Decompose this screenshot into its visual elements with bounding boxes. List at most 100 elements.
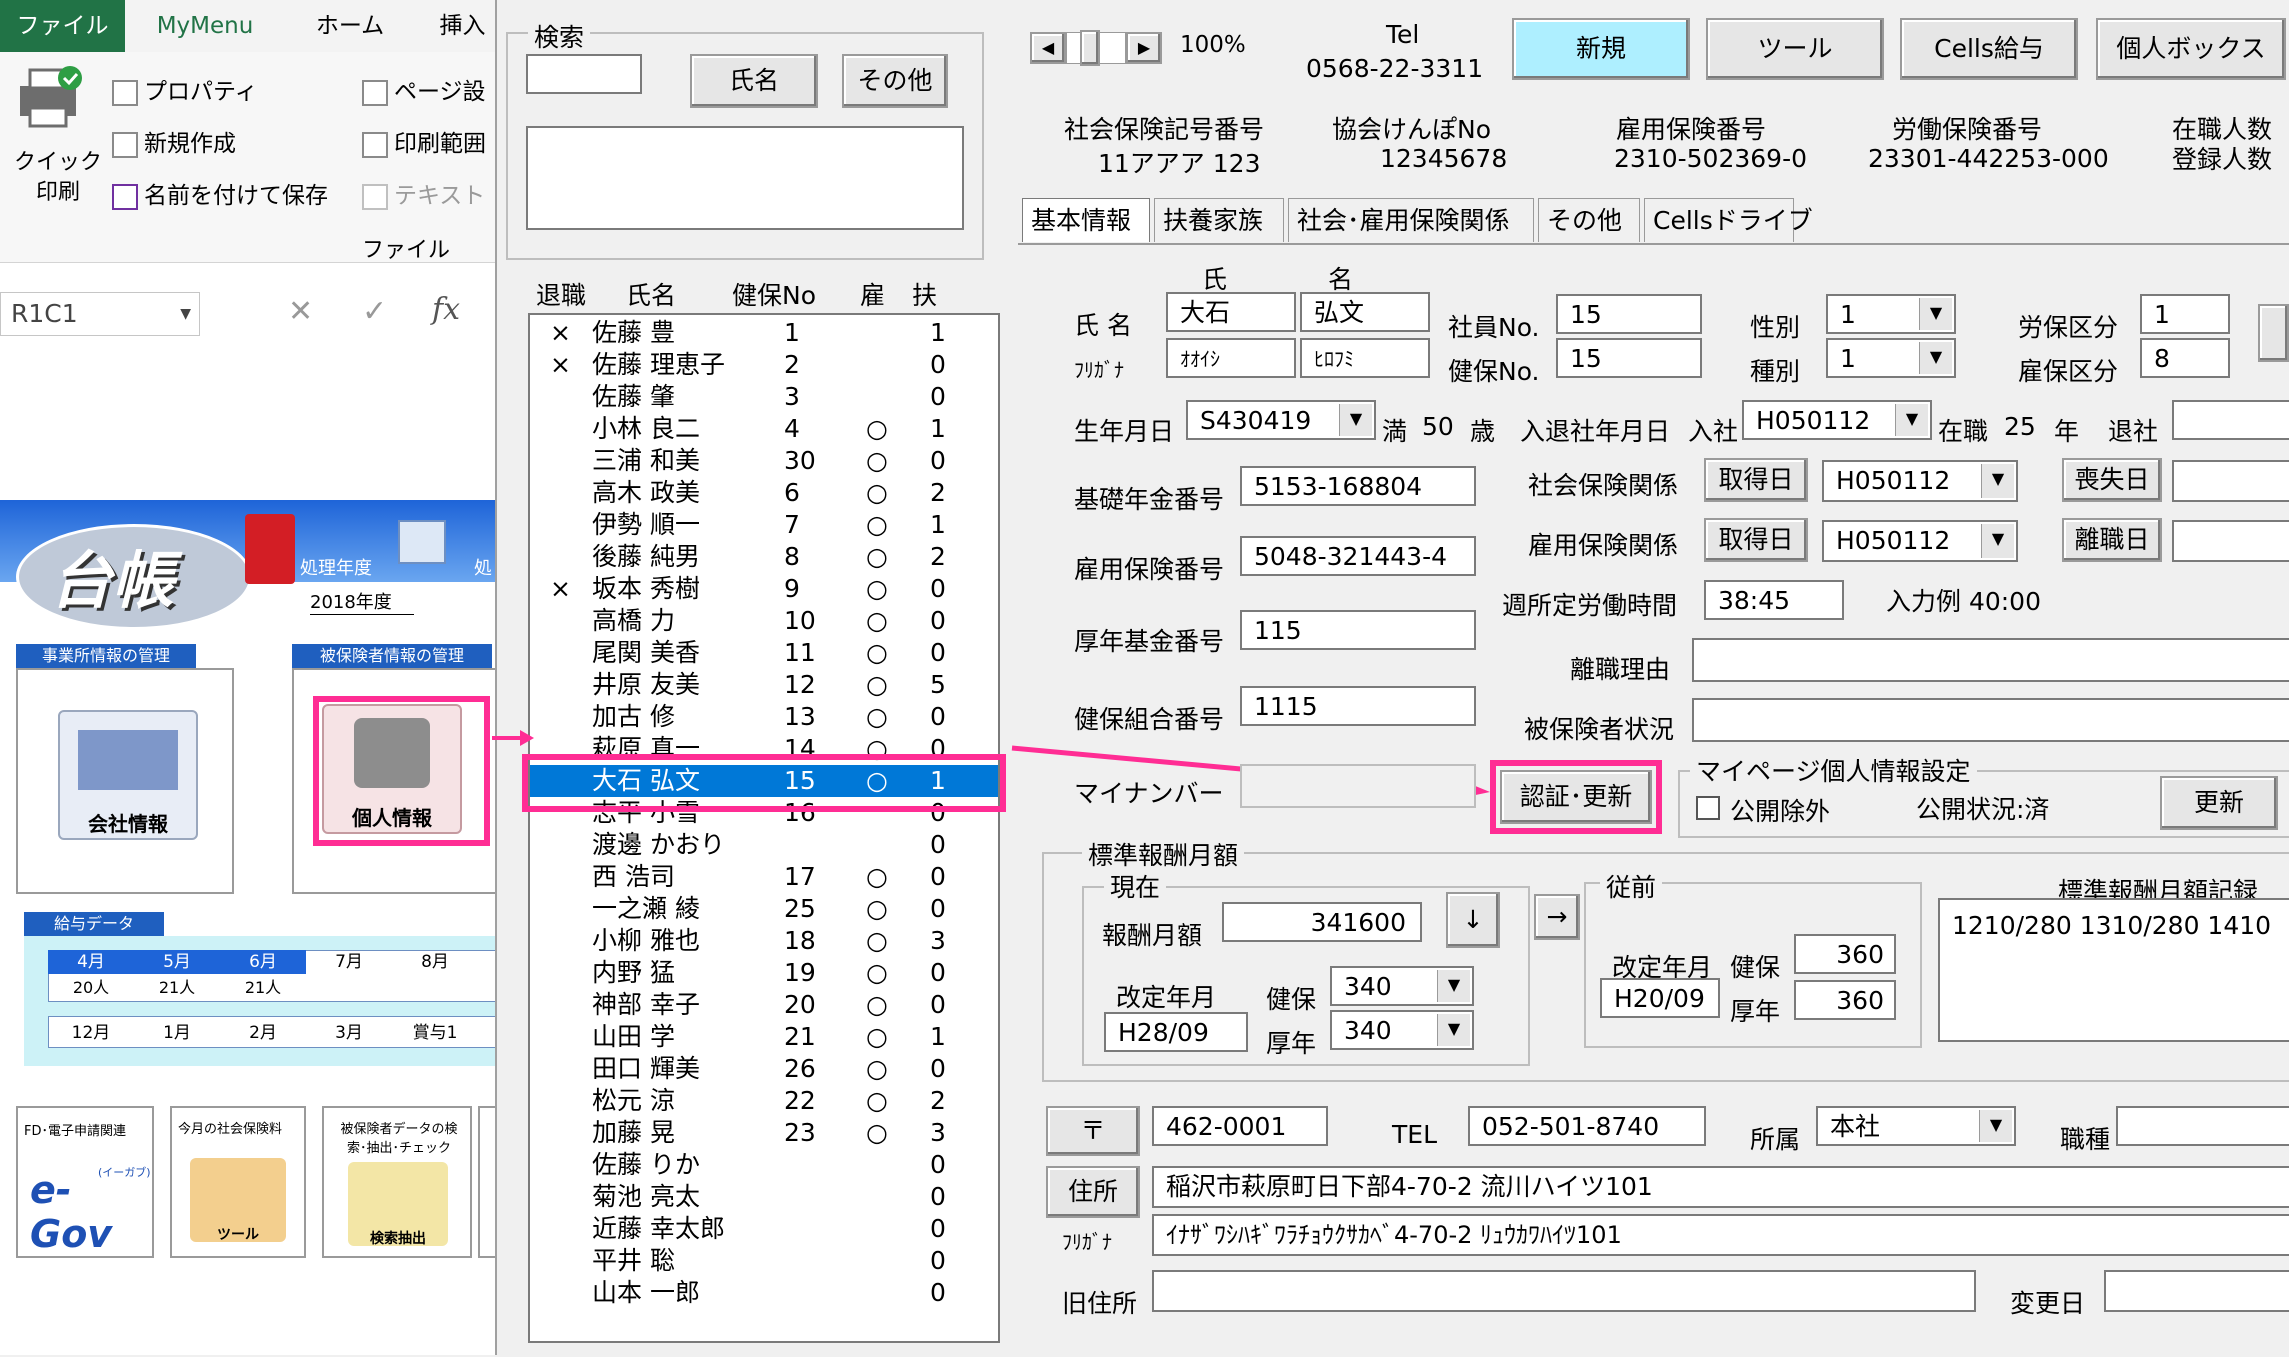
salary-record-field[interactable]: 1210/280 1310/280 1410	[1938, 898, 2289, 1042]
chevron-down-icon[interactable]: ▼	[1981, 524, 2014, 558]
copy-right-button[interactable]: →	[1534, 894, 1580, 940]
kounen-select[interactable]: 340 ▼	[1330, 1010, 1474, 1050]
scroll-left-button[interactable]: ◀	[1030, 32, 1066, 64]
tenure-suffix: 年	[2054, 417, 2080, 446]
toroku-label: 登録人数	[2172, 145, 2273, 174]
welfare-field[interactable]: 115	[1240, 610, 1476, 650]
mei-kana-field[interactable]: ﾋﾛﾌﾐ	[1300, 338, 1430, 378]
chevron-down-icon[interactable]: ▼	[1979, 1110, 2012, 1142]
rouho-field[interactable]: 1	[2140, 294, 2230, 334]
separation-date-field[interactable]	[2172, 520, 2289, 562]
addr-tel-field[interactable]: 052-501-8740	[1468, 1106, 1706, 1146]
age-value: 50	[1422, 412, 1454, 441]
koyo-number-value: 2310-502369-0	[1614, 144, 1808, 173]
mypage-update-button[interactable]: 更新	[2160, 776, 2278, 830]
emp-ins-label: 雇用保険番号	[1074, 555, 1225, 584]
empins-date-value: H050112	[1836, 526, 1951, 555]
mei-field[interactable]: 弘文	[1300, 292, 1430, 332]
public-status: 公開状況:済	[1916, 795, 2050, 824]
name-label: 氏 名	[1074, 311, 1132, 340]
leave-date-button[interactable]: 離職日	[2062, 518, 2162, 562]
tenure-prefix: 在職	[1938, 417, 1989, 446]
type-select[interactable]: 1 ▼	[1826, 338, 1956, 378]
tab-insurance[interactable]: 社会･雇用保険関係	[1288, 198, 1534, 242]
zip-button[interactable]: 〒	[1046, 1106, 1140, 1156]
emp-no-field[interactable]: 15	[1556, 294, 1702, 334]
koho-label: 雇保区分	[2018, 357, 2119, 386]
sei-kana-field[interactable]: ｵｵｲｼ	[1166, 338, 1296, 378]
revision-field[interactable]: H28/09	[1104, 1012, 1248, 1052]
work-hours-field[interactable]: 38:45	[1704, 580, 1844, 620]
lose-date-button[interactable]: 喪失日	[2062, 458, 2162, 502]
old-address-field[interactable]	[1152, 1270, 1976, 1312]
chevron-down-icon[interactable]: ▼	[1437, 1014, 1470, 1046]
tab-basic-info[interactable]: 基本情報	[1022, 198, 1150, 242]
zoom-thumb[interactable]	[1080, 30, 1100, 66]
social-acquire-button[interactable]: 取得日	[1704, 458, 1808, 502]
shaho-number-value: 11アアア 123	[1098, 149, 1261, 178]
sei-field[interactable]: 大石	[1166, 292, 1296, 332]
gender-select[interactable]: 1 ▼	[1826, 294, 1956, 334]
pension-field[interactable]: 5153-168804	[1240, 466, 1476, 506]
col-sei-label: 氏	[1202, 265, 1228, 294]
tab-dependents[interactable]: 扶養家族	[1154, 198, 1284, 242]
prev-revision-field[interactable]: H20/09	[1600, 978, 1720, 1018]
kyokai-label: 協会けんぽNo	[1332, 115, 1491, 144]
chevron-down-icon[interactable]: ▼	[1919, 342, 1952, 374]
emp-no-label: 社員No.	[1448, 313, 1540, 342]
social-date-select[interactable]: H050112 ▼	[1822, 460, 2018, 502]
tool-button[interactable]: ツール	[1706, 18, 1884, 80]
tab-cells-drive[interactable]: Cellsドライブ	[1644, 198, 1813, 242]
chevron-down-icon[interactable]: ▼	[1437, 970, 1470, 1002]
address-kana-field[interactable]: ｲﾅｻﾞﾜｼﾊｷﾞﾜﾗﾁｮｳｸｻｶﾍﾞ4-70-2 ﾘｭｳｶﾜﾊｲﾂ101	[1152, 1214, 2289, 1256]
change-date-field[interactable]	[2104, 1270, 2289, 1312]
chevron-down-icon[interactable]: ▼	[1919, 298, 1952, 330]
chevron-down-icon[interactable]: ▼	[1339, 404, 1372, 436]
new-button[interactable]: 新規	[1512, 18, 1690, 80]
prev-kounen-label: 厚年	[1730, 997, 1781, 1026]
tab-other[interactable]: その他	[1538, 198, 1640, 242]
cells-salary-button[interactable]: Cells給与	[1900, 18, 2078, 80]
prev-kenpo-field[interactable]: 360	[1794, 934, 1896, 974]
chevron-down-icon[interactable]: ▼	[1895, 404, 1928, 436]
empins-date-select[interactable]: H050112 ▼	[1822, 520, 2018, 562]
insured-status-field[interactable]	[1692, 698, 2289, 742]
dept-value: 本社	[1830, 1112, 1881, 1141]
empins-acquire-button[interactable]: 取得日	[1704, 518, 1808, 562]
union-field[interactable]: 1115	[1240, 686, 1476, 726]
dept-label: 所属	[1750, 1125, 1801, 1154]
salary-legend: 標準報酬月額	[1082, 836, 1245, 872]
emp-ins-field[interactable]: 5048-321443-4	[1240, 536, 1476, 576]
mynumber-label: マイナンバー	[1074, 779, 1224, 808]
prev-kounen-field[interactable]: 360	[1794, 980, 1896, 1020]
address-field[interactable]: 稲沢市萩原町日下部4-70-2 流川ハイツ101	[1152, 1166, 2289, 1208]
kenpo-select[interactable]: 340 ▼	[1330, 966, 1474, 1006]
job-field[interactable]	[2116, 1106, 2289, 1146]
rouho-label: 労保区分	[2018, 313, 2119, 342]
social-date-value: H050112	[1836, 466, 1951, 495]
public-exclude-checkbox[interactable]	[1696, 796, 1720, 820]
chevron-down-icon[interactable]: ▼	[1981, 464, 2014, 498]
kubun-button[interactable]	[2258, 304, 2289, 362]
social-ins-label: 社会保険関係	[1528, 471, 1679, 500]
join-leave-label: 入退社年月日	[1520, 417, 1671, 446]
leave-reason-field[interactable]	[1692, 638, 2289, 682]
scroll-right-button[interactable]: ▶	[1126, 32, 1162, 64]
zoom-level: 100%	[1180, 32, 1246, 58]
monthly-field[interactable]: 341600	[1222, 902, 1422, 942]
koho-field[interactable]: 8	[2140, 338, 2230, 378]
kenpo-no-field[interactable]: 15	[1556, 338, 1702, 378]
birth-select[interactable]: S430419 ▼	[1186, 400, 1376, 440]
dept-select[interactable]: 本社 ▼	[1816, 1106, 2016, 1146]
lose-date-field[interactable]	[2172, 460, 2289, 502]
address-button[interactable]: 住所	[1046, 1166, 1140, 1218]
join-label: 入社	[1688, 417, 1739, 446]
zip-field[interactable]: 462-0001	[1152, 1106, 1328, 1146]
copy-down-button[interactable]: ↓	[1446, 892, 1500, 948]
leave-date-field[interactable]	[2172, 400, 2289, 440]
age-suffix: 歳	[1470, 417, 1496, 446]
join-date-select[interactable]: H050112 ▼	[1742, 400, 1932, 440]
public-exclude-label: 公開除外	[1730, 797, 1831, 826]
kenpo-no-label: 健保No.	[1448, 357, 1540, 386]
personal-box-button[interactable]: 個人ボックス	[2096, 18, 2286, 80]
